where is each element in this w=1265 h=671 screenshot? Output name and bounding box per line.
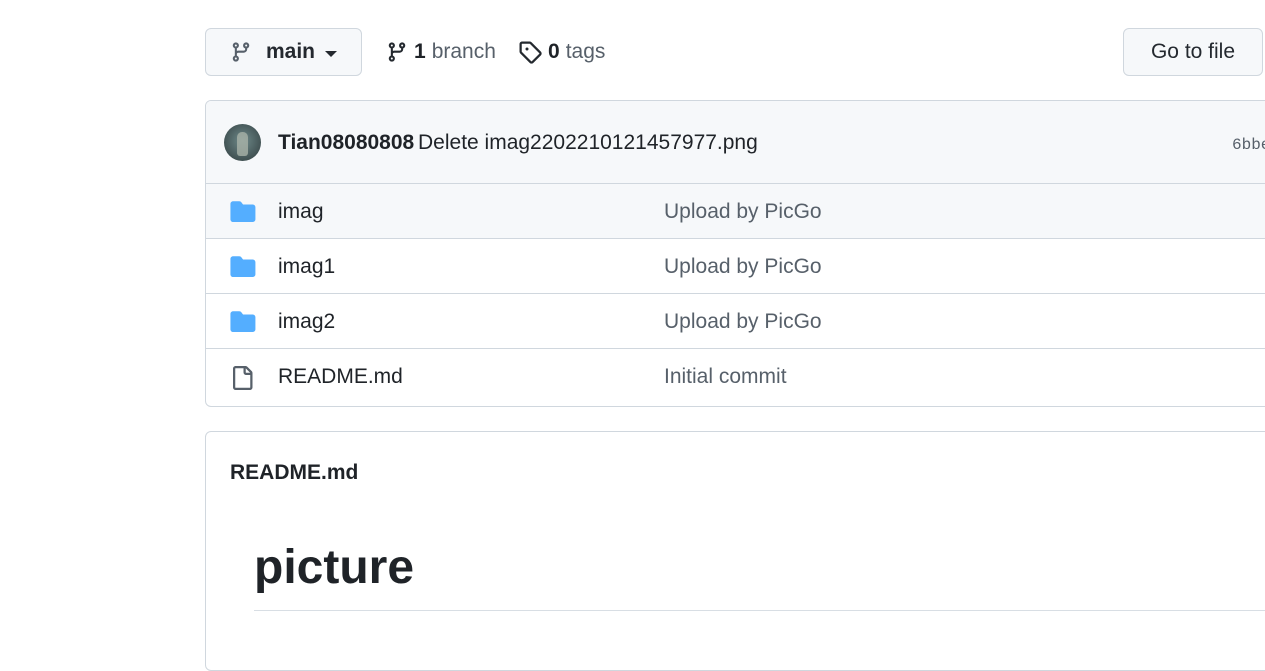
heading-divider	[254, 610, 1265, 611]
file-row[interactable]: README.md Initial commit	[206, 349, 1265, 406]
file-commit-message-link[interactable]: Upload by PicGo	[664, 200, 822, 224]
commit-message-link[interactable]: Delete imag2202210121457977.png	[418, 131, 758, 155]
avatar[interactable]	[224, 124, 261, 161]
file-commit-message-link[interactable]: Initial commit	[664, 365, 787, 389]
go-to-file-button[interactable]: Go to file	[1123, 28, 1263, 76]
file-commit-message-link[interactable]: Upload by PicGo	[664, 255, 822, 279]
git-branch-icon	[232, 42, 250, 62]
tags-count: 0	[548, 40, 560, 63]
folder-icon	[230, 310, 256, 332]
folder-icon	[230, 200, 256, 222]
branches-count: 1	[414, 40, 426, 63]
latest-commit-bar: Tian08080808 Delete imag2202210121457977…	[206, 101, 1265, 184]
tag-icon	[519, 41, 542, 64]
readme-heading: picture	[254, 541, 415, 594]
readme-file-title[interactable]: README.md	[230, 461, 358, 485]
file-name-link[interactable]: README.md	[278, 365, 403, 389]
file-browser: Tian08080808 Delete imag2202210121457977…	[205, 100, 1265, 407]
file-row[interactable]: imag Upload by PicGo	[206, 184, 1265, 239]
file-icon	[230, 365, 254, 391]
file-row[interactable]: imag2 Upload by PicGo	[206, 294, 1265, 349]
commit-author-link[interactable]: Tian08080808	[278, 131, 414, 155]
branches-label: branch	[431, 40, 496, 63]
file-commit-message-link[interactable]: Upload by PicGo	[664, 310, 822, 334]
file-name-link[interactable]: imag2	[278, 310, 335, 334]
branch-selector-button[interactable]: main	[205, 28, 362, 76]
tags-link[interactable]: 0 tags	[518, 38, 605, 66]
readme-panel: README.md picture	[205, 431, 1265, 671]
commit-sha-link[interactable]: 6bbe	[1232, 136, 1265, 154]
file-row[interactable]: imag1 Upload by PicGo	[206, 239, 1265, 294]
file-name-link[interactable]: imag1	[278, 255, 335, 279]
branch-name: main	[266, 40, 316, 63]
file-name-link[interactable]: imag	[278, 200, 324, 224]
folder-icon	[230, 255, 256, 277]
branches-link[interactable]: 1 branch	[386, 38, 496, 66]
chevron-down-icon	[325, 50, 338, 57]
tags-label: tags	[565, 40, 606, 63]
git-branch-icon	[388, 42, 406, 62]
